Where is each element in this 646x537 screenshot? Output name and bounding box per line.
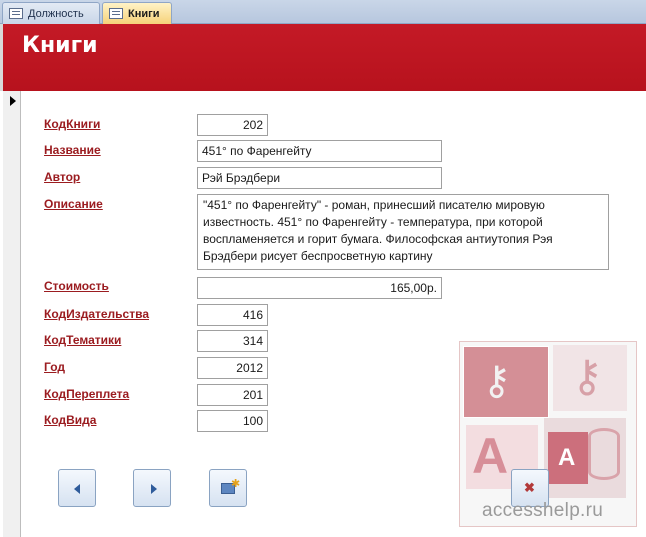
label-kod-perepleta: КодПереплета (44, 387, 130, 401)
key-icon: ⚷ (482, 359, 512, 403)
watermark-text: accesshelp.ru (482, 500, 604, 521)
watermark-letter: A (558, 444, 576, 471)
label-kod-vida: КодВида (44, 413, 97, 427)
kod-izdatelstva-field[interactable]: 416 (197, 304, 268, 326)
header-edge (0, 24, 3, 91)
arrow-left-icon (74, 484, 80, 494)
tab-label: Должность (28, 7, 84, 20)
arrow-right-icon (151, 484, 157, 494)
tab-knigi[interactable]: Книги (102, 2, 172, 24)
page-title: Книги (22, 33, 98, 58)
nazvanie-field[interactable]: 451° по Фаренгейту (197, 140, 442, 162)
watermark-letter: A (472, 428, 509, 484)
label-nazvanie: Название (44, 143, 101, 157)
watermark-access-tile: A (544, 418, 626, 498)
label-kod-tematiki: КодТематики (44, 333, 122, 347)
label-avtor: Автор (44, 170, 81, 184)
watermark-key-tile: ⚷ (553, 345, 627, 411)
star-icon: ✱ (231, 478, 241, 490)
tab-dolzhnost[interactable]: Должность (2, 2, 100, 24)
current-record-icon (10, 96, 16, 106)
kod-perepleta-field[interactable]: 201 (197, 384, 268, 406)
label-kod-knigi: КодКниги (44, 117, 101, 131)
stoimost-field[interactable]: 165,00р. (197, 277, 442, 299)
close-form-icon: ✖ (524, 480, 535, 495)
label-stoimost: Стоимость (44, 279, 109, 293)
label-opisanie: Описание (44, 197, 103, 211)
new-record-button[interactable]: ✱ (209, 469, 247, 507)
god-field[interactable]: 2012 (197, 357, 268, 379)
access-logo-icon: A (548, 432, 588, 484)
form-header: Книги (0, 24, 646, 91)
label-kod-izdatelstva: КодИздательства (44, 307, 149, 321)
avtor-field[interactable]: Рэй Брэдбери (197, 167, 442, 189)
previous-record-button[interactable] (58, 469, 96, 507)
key-icon: ⚷ (571, 352, 604, 401)
opisanie-field[interactable]: "451° по Фаренгейту" - роман, принесший … (197, 194, 609, 270)
database-icon (588, 428, 620, 480)
record-selector[interactable] (3, 91, 21, 537)
label-god: Год (44, 360, 65, 374)
document-tab-strip: Должность Книги (0, 0, 646, 24)
next-record-button[interactable] (133, 469, 171, 507)
form-icon (109, 8, 123, 19)
form-icon (9, 8, 23, 19)
kod-tematiki-field[interactable]: 314 (197, 330, 268, 352)
kod-knigi-field[interactable]: 202 (197, 114, 268, 136)
tab-label: Книги (128, 7, 160, 20)
kod-vida-field[interactable]: 100 (197, 410, 268, 432)
